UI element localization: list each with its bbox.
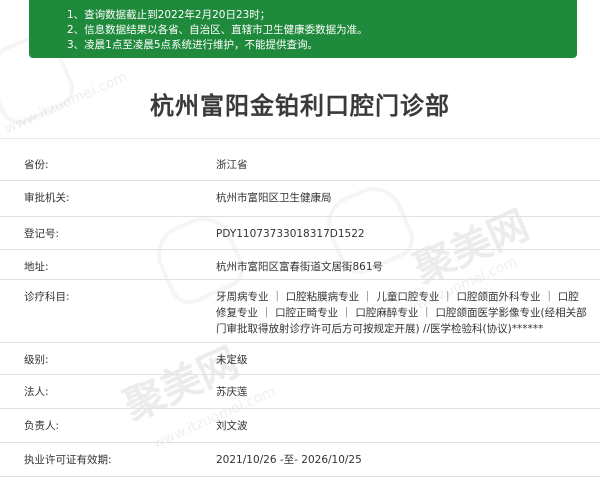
row-label: 地址: — [0, 249, 200, 280]
row-label: 诊疗科目: — [0, 279, 200, 343]
table-row: 登记号: PDY11073733018317D1522 — [0, 216, 600, 250]
notice-line-3: 3、凌晨1点至凌晨5点系统进行维护，不能提供查询。 — [67, 39, 319, 51]
title-divider — [0, 138, 600, 139]
notice-banner: 1、查询数据截止到2022年2月20日23时； 2、信息数据结果以各省、自治区、… — [29, 0, 577, 58]
table-row: 负责人: 刘文波 — [0, 408, 600, 443]
row-label: 登记号: — [0, 216, 200, 250]
row-label: 省份: — [0, 148, 200, 181]
row-label: 审批机关: — [0, 180, 200, 217]
row-value: 杭州市富阳区富春街道文居街861号 — [200, 249, 600, 280]
row-value: 2021/10/26 -至- 2026/10/25 — [200, 442, 600, 477]
table-row: 地址: 杭州市富阳区富春街道文居街861号 — [0, 249, 600, 280]
row-label: 负责人: — [0, 408, 200, 443]
row-value: 刘文波 — [200, 408, 600, 443]
table-row: 审批机关: 杭州市富阳区卫生健康局 — [0, 180, 600, 217]
institution-info-table: 省份: 浙江省 审批机关: 杭州市富阳区卫生健康局 登记号: PDY110737… — [0, 148, 600, 477]
table-row: 执业许可证有效期: 2021/10/26 -至- 2026/10/25 — [0, 442, 600, 477]
page-title: 杭州富阳金铂利口腔门诊部 — [150, 92, 450, 120]
table-row: 级别: 未定级 — [0, 342, 600, 375]
notice-line-1: 1、查询数据截止到2022年2月20日23时； — [67, 9, 271, 21]
row-value: 苏庆莲 — [200, 374, 600, 409]
row-label: 级别: — [0, 342, 200, 375]
table-row: 诊疗科目: 牙周病专业 ｜ 口腔粘膜病专业 ｜ 儿童口腔专业 ｜ 口腔颌面外科专… — [0, 279, 600, 343]
row-value: 未定级 — [200, 342, 600, 375]
notice-line-2: 2、信息数据结果以各省、自治区、直辖市卫生健康委数据为准。 — [67, 24, 368, 36]
table-row: 省份: 浙江省 — [0, 148, 600, 181]
table-row: 法人: 苏庆莲 — [0, 374, 600, 409]
row-value: 浙江省 — [200, 148, 600, 181]
row-value: 牙周病专业 ｜ 口腔粘膜病专业 ｜ 儿童口腔专业 ｜ 口腔颌面外科专业 ｜ 口腔… — [200, 279, 600, 343]
row-value: 杭州市富阳区卫生健康局 — [200, 180, 600, 217]
row-value: PDY11073733018317D1522 — [200, 216, 600, 250]
row-label: 法人: — [0, 374, 200, 409]
row-label: 执业许可证有效期: — [0, 442, 200, 477]
